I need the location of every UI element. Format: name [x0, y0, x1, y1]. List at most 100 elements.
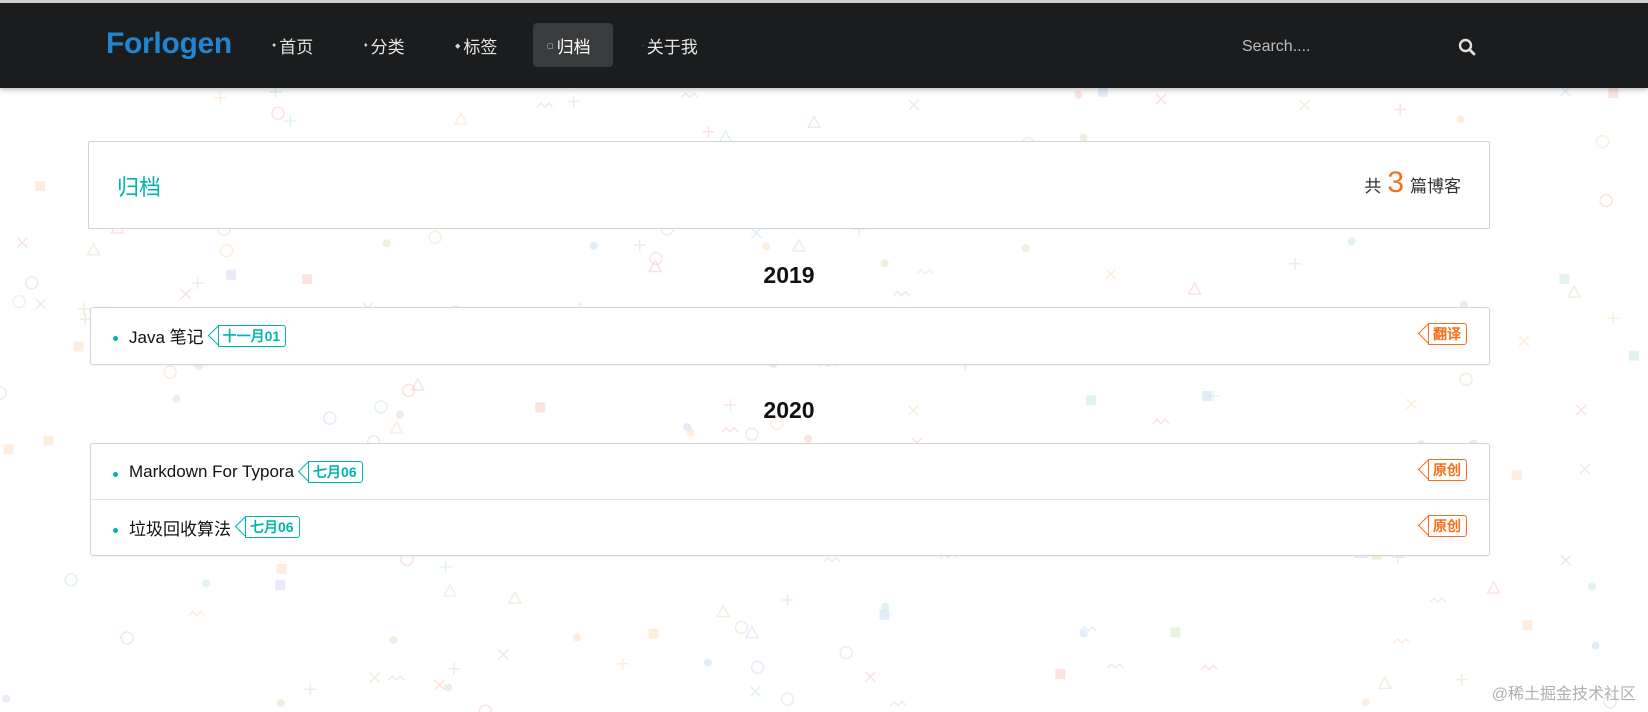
info-icon: ᐧ	[642, 42, 644, 50]
background-shape	[442, 583, 458, 597]
background-shape	[219, 243, 234, 258]
background-shape	[16, 237, 28, 249]
background-shape	[703, 658, 712, 667]
background-shape	[762, 242, 771, 251]
background-shape	[448, 662, 461, 675]
background-shape	[163, 365, 177, 379]
nav-item-archive[interactable]: ▢ 归档	[533, 23, 613, 67]
background-shape	[12, 294, 26, 309]
search-icon[interactable]	[1458, 38, 1476, 56]
background-shape	[276, 699, 285, 708]
top-navbar: Forlogen ● 首页 ♦ 分类 ◆ 标签 ▢ 归档 ᐧ 关于我	[0, 0, 1648, 88]
background-shape	[1511, 470, 1522, 481]
background-shape	[453, 111, 469, 125]
background-shape	[439, 560, 452, 573]
type-tag: 翻译	[1428, 323, 1467, 345]
background-shape	[1055, 669, 1066, 680]
background-shape	[1559, 273, 1570, 284]
nav-item-tags[interactable]: ◆ 标签	[441, 23, 511, 67]
background-shape	[750, 227, 762, 239]
background-shape	[382, 239, 391, 248]
background-shape	[648, 628, 659, 639]
post-count: 共 3 篇博客	[1364, 166, 1461, 200]
background-shape	[0, 386, 7, 400]
background-shape	[478, 704, 493, 712]
background-shape	[1155, 93, 1167, 105]
background-shape	[214, 91, 227, 104]
background-shape	[1347, 237, 1356, 246]
background-shape	[35, 298, 47, 310]
background-shape	[1575, 404, 1587, 416]
background-shape	[1429, 597, 1447, 604]
type-tag: 原创	[1428, 515, 1467, 537]
background-shape	[908, 99, 920, 111]
background-shape	[1377, 675, 1393, 690]
date-tag: 七月06	[245, 516, 300, 538]
background-shape	[572, 633, 581, 642]
search-box	[1236, 29, 1486, 65]
background-shape	[1455, 673, 1468, 686]
background-shape	[864, 671, 876, 683]
list-item[interactable]: Markdown For Typora 七月06 原创	[91, 444, 1489, 499]
background-shape	[633, 239, 646, 252]
background-shape	[1608, 88, 1619, 99]
year-post-list: Java 笔记 十一月01 翻译	[90, 307, 1490, 365]
date-tag: 七月06	[308, 460, 363, 483]
watermark: @稀土掘金技术社区	[1491, 686, 1636, 703]
nav-item-home[interactable]: ● 首页	[258, 23, 327, 67]
background-shape	[683, 422, 692, 431]
search-input[interactable]	[1236, 29, 1466, 65]
bullet-dot	[113, 472, 118, 477]
background-shape	[444, 683, 453, 692]
background-shape	[745, 427, 759, 441]
site-logo[interactable]: Forlogen	[106, 27, 232, 61]
background-shape	[1394, 103, 1407, 116]
year-post-list: Markdown For Typora 七月06 原创 垃圾回收算法 七月06 …	[90, 443, 1490, 556]
archive-header-card: 归档 共 3 篇博客	[88, 141, 1490, 229]
background-shape	[1560, 554, 1572, 566]
nav-item-category[interactable]: ♦ 分类	[350, 23, 419, 67]
background-shape	[749, 685, 762, 698]
list-item[interactable]: 垃圾回收算法 七月06 原创	[91, 499, 1489, 554]
idea-icon: ♦	[364, 42, 368, 49]
background-shape	[1106, 663, 1125, 670]
background-shape	[791, 238, 807, 252]
background-shape	[1021, 244, 1030, 253]
background-shape	[2, 694, 11, 703]
background-shape	[780, 692, 795, 706]
background-shape	[893, 290, 911, 297]
background-shape	[1522, 620, 1533, 631]
background-shape	[1486, 580, 1501, 594]
nav-item-about[interactable]: ᐧ 关于我	[628, 23, 712, 67]
background-shape	[750, 660, 765, 675]
background-shape	[284, 115, 297, 128]
background-shape	[681, 92, 699, 99]
post-title[interactable]: Java 笔记	[129, 323, 204, 348]
post-title[interactable]: Markdown For Typora	[129, 462, 294, 482]
background-shape	[567, 95, 580, 108]
background-shape	[275, 580, 286, 591]
background-shape	[43, 435, 54, 446]
bullet-dot	[113, 527, 118, 533]
background-shape	[1518, 335, 1530, 347]
background-shape	[589, 241, 598, 250]
list-item[interactable]: Java 笔记 十一月01 翻译	[91, 308, 1489, 363]
background-shape	[889, 700, 907, 707]
background-shape	[387, 675, 405, 682]
background-shape	[507, 590, 523, 604]
background-shape	[73, 341, 84, 352]
background-shape	[536, 102, 554, 109]
tags-icon: ◆	[455, 42, 461, 50]
background-shape	[3, 444, 14, 455]
background-shape	[304, 683, 317, 696]
background-shape	[1074, 90, 1083, 99]
background-shape	[721, 426, 739, 433]
background-shape	[781, 593, 794, 606]
background-shape	[188, 610, 206, 617]
post-count-prefix: 共	[1364, 177, 1382, 196]
background-shape	[1097, 86, 1108, 97]
bullet-dot	[113, 336, 118, 341]
background-shape	[1591, 641, 1600, 650]
post-title[interactable]: 垃圾回收算法	[129, 515, 231, 540]
background-shape	[1579, 463, 1591, 475]
